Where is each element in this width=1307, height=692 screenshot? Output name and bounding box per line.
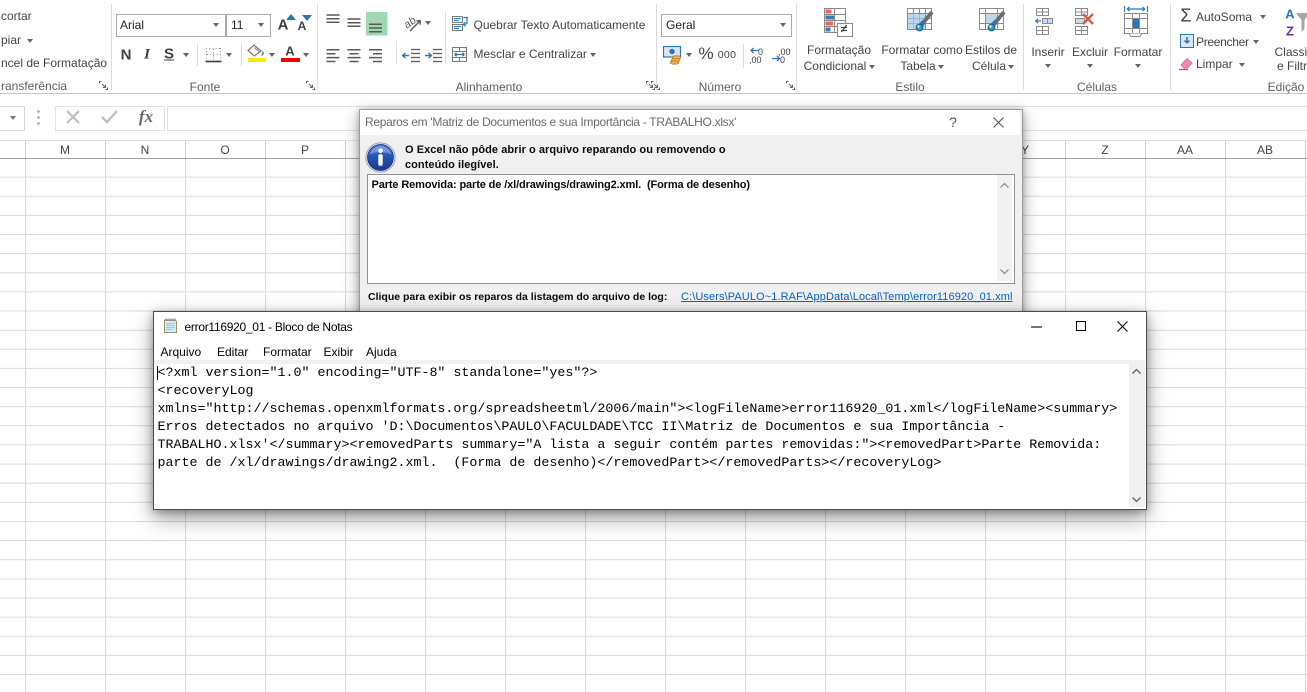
svg-text:0: 0 bbox=[780, 55, 785, 64]
svg-text:,00: ,00 bbox=[749, 55, 762, 64]
